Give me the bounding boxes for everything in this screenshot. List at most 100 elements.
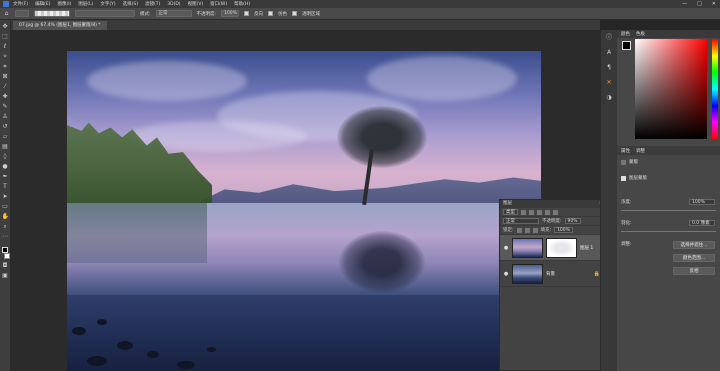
- blend-mode-select[interactable]: 正常: [503, 218, 539, 224]
- fill-input[interactable]: 100%: [554, 227, 573, 233]
- menu-image[interactable]: 图像(I): [57, 1, 71, 7]
- mask-type-row: 蒙版: [617, 158, 720, 166]
- adjustments-icon[interactable]: ◑: [605, 93, 614, 102]
- history-brush-tool-icon[interactable]: ↺: [2, 123, 9, 130]
- tree-reflection: [339, 231, 425, 293]
- density-input[interactable]: 100%: [689, 199, 715, 205]
- hue-slider[interactable]: [712, 39, 718, 139]
- canvas-area[interactable]: 图层 ≡ 类型 正常 不透明度: 90% 锁定: 填充: 100% ●: [11, 30, 600, 371]
- tools-icon[interactable]: ✕: [605, 78, 614, 87]
- path-select-tool-icon[interactable]: ➤: [2, 193, 9, 200]
- screen-mode-icon[interactable]: ▣: [2, 272, 9, 279]
- visibility-eye-icon[interactable]: ●: [503, 271, 509, 277]
- info-icon[interactable]: ⓘ: [605, 33, 614, 42]
- layer-mask-icon[interactable]: [621, 175, 626, 181]
- menu-view[interactable]: 视图(V): [188, 1, 204, 7]
- menu-edit[interactable]: 编辑(E): [35, 1, 50, 7]
- eyedropper-tool-icon[interactable]: ⁄: [2, 83, 9, 90]
- tab-properties[interactable]: 属性: [621, 148, 630, 154]
- density-slider[interactable]: [621, 210, 716, 211]
- blur-tool-icon[interactable]: ◊: [2, 153, 9, 160]
- hand-tool-icon[interactable]: ✋: [2, 213, 9, 220]
- blend-row: 正常 不透明度: 90%: [500, 217, 600, 226]
- brush-tool-icon[interactable]: ✎: [2, 103, 9, 110]
- quick-mask-icon[interactable]: ◘: [2, 262, 9, 269]
- maximize-icon[interactable]: □: [697, 1, 702, 7]
- opacity-input[interactable]: 100%: [221, 10, 240, 17]
- reverse-checkbox[interactable]: [244, 11, 250, 16]
- color-range-button[interactable]: 颜色范围...: [673, 254, 715, 262]
- color-tabs: 颜色 色板: [617, 30, 720, 38]
- rocky-shore: [67, 295, 541, 371]
- crop-tool-icon[interactable]: ⌗: [2, 63, 9, 70]
- menu-select[interactable]: 选择(S): [123, 1, 138, 7]
- gradient-preview[interactable]: [34, 10, 70, 17]
- pixel-filter-icon[interactable]: [521, 209, 526, 215]
- tool-preset-picker[interactable]: [15, 10, 29, 17]
- dither-label: 仿色: [278, 11, 288, 17]
- layer-row-layer1[interactable]: ● 图层 1: [500, 235, 600, 261]
- healing-tool-icon[interactable]: ✚: [2, 93, 9, 100]
- tab-swatches[interactable]: 色板: [636, 31, 645, 37]
- transparency-checkbox[interactable]: [292, 11, 298, 16]
- saturation-brightness-field[interactable]: [635, 39, 707, 139]
- frame-tool-icon[interactable]: ⊠: [2, 73, 9, 80]
- home-icon[interactable]: ⌂: [3, 10, 10, 17]
- rock: [117, 341, 133, 350]
- rock: [177, 361, 195, 369]
- shape-tool-icon[interactable]: ▭: [2, 203, 9, 210]
- select-and-mask-button[interactable]: 选择并遮住...: [673, 241, 715, 249]
- clone-stamp-tool-icon[interactable]: ♙: [2, 113, 9, 120]
- menu-type[interactable]: 文字(Y): [100, 1, 115, 7]
- paragraph-icon[interactable]: ¶: [605, 63, 614, 72]
- menu-window[interactable]: 窗口(W): [210, 1, 227, 7]
- photoshop-logo-icon: [3, 1, 9, 7]
- zoom-tool-icon[interactable]: ⌕: [2, 223, 9, 230]
- tab-adjustments[interactable]: 调整: [636, 148, 645, 154]
- layer-mask-thumbnail[interactable]: [546, 237, 577, 258]
- lock-all-icon[interactable]: [532, 227, 538, 233]
- feather-slider[interactable]: [621, 231, 716, 232]
- pen-tool-icon[interactable]: ✒: [2, 173, 9, 180]
- kind-filter-select[interactable]: 类型: [503, 209, 518, 215]
- minimize-icon[interactable]: —: [682, 1, 687, 7]
- tab-color[interactable]: 颜色: [621, 31, 630, 37]
- invert-button[interactable]: 反相: [673, 267, 715, 275]
- menu-3d[interactable]: 3D(D): [167, 2, 180, 7]
- lock-pixels-icon[interactable]: [516, 227, 522, 233]
- close-icon[interactable]: ✕: [712, 1, 716, 7]
- eraser-tool-icon[interactable]: ▱: [2, 133, 9, 140]
- dither-checkbox[interactable]: [268, 11, 274, 16]
- more-tools-icon[interactable]: ⋯: [2, 233, 9, 240]
- mode-label: 模式:: [140, 11, 151, 17]
- foreground-swatch[interactable]: [622, 41, 631, 50]
- gradient-type-buttons[interactable]: [75, 10, 135, 17]
- layer-row-background[interactable]: ● 背景 🔒: [500, 261, 600, 287]
- visibility-eye-icon[interactable]: ●: [503, 245, 509, 251]
- smart-filter-icon[interactable]: [553, 209, 558, 215]
- menu-help[interactable]: 帮助(H): [234, 1, 250, 7]
- background-color-swatch[interactable]: [3, 253, 10, 259]
- marquee-tool-icon[interactable]: ⬚: [2, 33, 9, 40]
- dodge-tool-icon[interactable]: ●: [2, 163, 9, 170]
- opacity-input[interactable]: 90%: [564, 218, 581, 224]
- adjustment-filter-icon[interactable]: [529, 209, 534, 215]
- type-tool-icon[interactable]: T: [2, 183, 9, 190]
- lasso-tool-icon[interactable]: ℓ: [2, 43, 9, 50]
- mode-select[interactable]: 正常: [155, 10, 192, 17]
- menu-filter[interactable]: 滤镜(T): [145, 1, 160, 7]
- menu-file[interactable]: 文件(F): [13, 1, 28, 7]
- menu-bar: 文件(F) 编辑(E) 图像(I) 图层(L) 文字(Y) 选择(S) 滤镜(T…: [0, 0, 720, 8]
- lock-position-icon[interactable]: [524, 227, 530, 233]
- layer-mask-label: 图层蒙版: [629, 176, 647, 181]
- character-icon[interactable]: A: [605, 48, 614, 57]
- menu-layer[interactable]: 图层(L): [78, 1, 93, 7]
- lake-tree-photo[interactable]: [67, 51, 541, 371]
- gradient-tool-icon[interactable]: ▤: [2, 143, 9, 150]
- shape-filter-icon[interactable]: [545, 209, 550, 215]
- feather-input[interactable]: 0.0 像素: [689, 220, 715, 226]
- move-tool-icon[interactable]: ✥: [2, 23, 9, 30]
- document-tab[interactable]: 07.jpg @ 67.4% (图层1, 图层蒙版/8) *: [13, 21, 107, 30]
- type-filter-icon[interactable]: [537, 209, 542, 215]
- quick-select-tool-icon[interactable]: ✧: [2, 53, 9, 60]
